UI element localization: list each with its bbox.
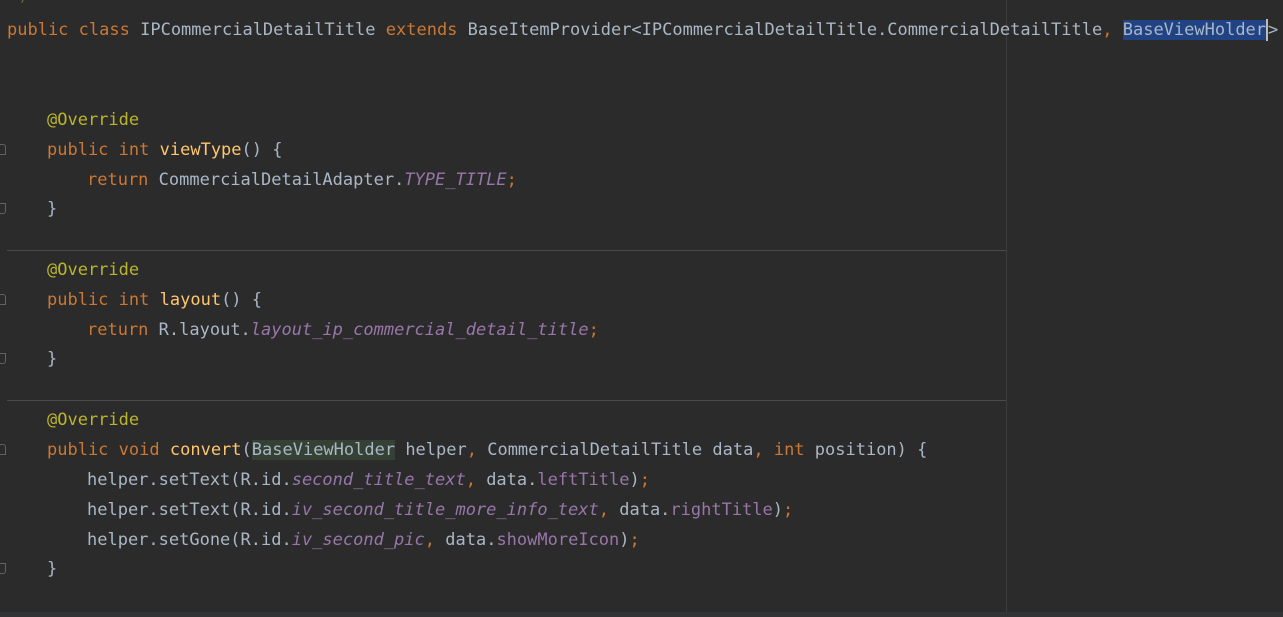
argument: data. [475,470,538,490]
keyword-return: return [87,170,149,190]
class-decl-tail: > { [1268,20,1279,40]
field-reference[interactable]: rightTitle [670,500,772,520]
method-signature-line[interactable]: public void convert(BaseViewHolder helpe… [47,435,927,465]
close-brace: } [47,559,58,579]
resource-id[interactable]: iv_second_pic [292,530,425,550]
fold-icon[interactable] [0,294,6,305]
fold-end-icon[interactable] [0,203,6,214]
keyword-public: public [47,140,109,160]
method-separator [7,250,1006,251]
highlighted-type[interactable]: BaseViewHolder [251,440,396,460]
semicolon: ; [639,470,650,490]
param-data: CommercialDetailTitle data [476,440,754,460]
close-brace-line[interactable]: } [47,344,57,374]
override-annotation: @Override [47,260,140,280]
comma: , [1102,20,1113,40]
comma: , [598,500,609,520]
field-reference[interactable]: leftTitle [537,470,629,490]
statement-line[interactable]: helper.setGone(R.id.iv_second_pic, data.… [87,525,640,555]
paren-open: ( [241,440,252,460]
method-call: helper.setGone(R.id. [87,530,292,550]
statement-line[interactable]: helper.setText(R.id.second_title_text, d… [87,465,650,495]
field-reference[interactable]: showMoreIcon [496,530,619,550]
argument: data. [435,530,497,550]
selected-text[interactable]: BaseViewHolder [1122,20,1267,40]
signature-rest: () { [241,140,283,160]
bottom-separator [0,612,1283,617]
statement-line[interactable]: helper.setText(R.id.iv_second_title_more… [87,495,793,525]
close-paren: ) [772,500,784,520]
method-signature-line[interactable]: public int layout() { [47,285,262,315]
override-annotation: @Override [47,410,140,430]
method-name[interactable]: layout [160,290,221,310]
annotation-line[interactable]: @Override [47,105,139,135]
keyword-public: public [47,440,109,460]
close-brace-line[interactable]: } [47,554,57,584]
class-name[interactable]: IPCommercialDetailTitle [140,20,375,40]
right-margin-guide [1006,0,1007,617]
fold-icon[interactable] [0,144,6,155]
class-declaration-line[interactable]: public class IPCommercialDetailTitle ext… [7,15,1283,45]
semicolon: ; [783,500,794,520]
semicolon: ; [588,320,599,340]
comma: , [465,470,476,490]
comma: , [466,440,477,460]
method-call: helper.setText(R.id. [87,470,292,490]
close-brace: } [47,349,58,369]
annotation-line[interactable]: @Override [47,405,139,435]
fold-end-icon[interactable] [0,563,6,574]
fold-icon[interactable] [0,444,6,455]
method-name[interactable]: viewType [160,140,242,160]
constant-reference[interactable]: TYPE_TITLE [404,170,506,190]
keyword-int: int [118,290,150,310]
comma: , [753,440,764,460]
method-signature-line[interactable]: public int viewType() { [47,135,282,165]
comma: , [424,530,436,550]
signature-rest: () { [221,290,263,310]
close-brace-line[interactable]: } [47,194,57,224]
keyword-int: int [118,140,150,160]
keyword-public: public [7,20,69,40]
base-class[interactable]: BaseItemProvider<IPCommercialDetailTitle… [468,20,1103,40]
return-expression: CommercialDetailAdapter. [158,170,405,190]
keyword-extends: extends [385,20,458,40]
method-call: helper.setText(R.id. [87,500,292,520]
fold-marker-icon: "/ [14,0,34,4]
param-position: position) { [804,440,928,460]
param-helper: helper [395,440,467,460]
keyword-class: class [78,20,130,40]
keyword-return: return [87,320,149,340]
code-editor[interactable]: "/ public class IPCommercialDetailTitle … [0,0,1283,617]
constant-reference[interactable]: layout_ip_commercial_detail_title [251,320,589,340]
override-annotation: @Override [47,110,140,130]
keyword-int: int [773,440,805,460]
annotation-line[interactable]: @Override [47,255,139,285]
return-expression: R.layout. [158,320,251,340]
keyword-public: public [47,290,109,310]
close-paren: ) [619,530,630,550]
semicolon: ; [629,530,640,550]
close-paren: ) [629,470,640,490]
resource-id[interactable]: iv_second_title_more_info_text [292,500,599,520]
return-line[interactable]: return CommercialDetailAdapter.TYPE_TITL… [87,165,517,195]
fold-end-icon[interactable] [0,353,6,364]
keyword-void: void [118,440,160,460]
argument: data. [609,500,671,520]
resource-id[interactable]: second_title_text [292,470,466,490]
return-line[interactable]: return R.layout.layout_ip_commercial_det… [87,315,599,345]
method-name[interactable]: convert [170,440,242,460]
close-brace: } [47,199,58,219]
method-separator [7,400,1006,401]
semicolon: ; [506,170,517,190]
